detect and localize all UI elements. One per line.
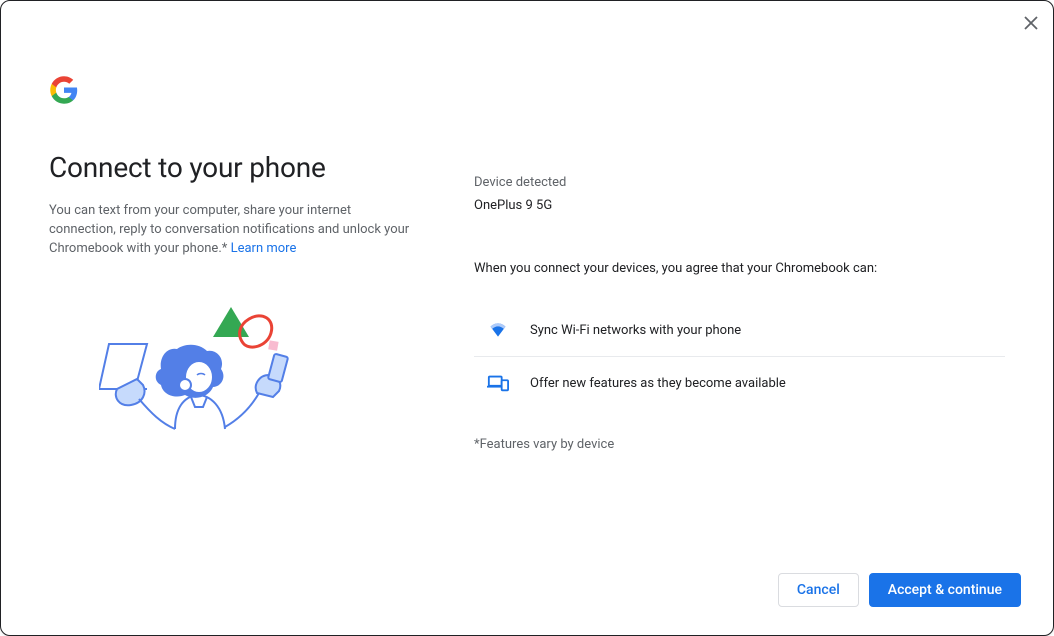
cancel-button[interactable]: Cancel [778, 573, 859, 607]
close-icon [1024, 16, 1038, 30]
feature-item-features: Offer new features as they become availa… [474, 357, 1005, 409]
device-name: OnePlus 9 5G [474, 198, 1005, 213]
wifi-icon [486, 318, 510, 342]
feature-text: Offer new features as they become availa… [530, 376, 786, 391]
button-row: Cancel Accept & continue [778, 573, 1021, 607]
footnote-text: *Features vary by device [474, 437, 1005, 452]
illustration-icon [99, 289, 339, 449]
feature-list: Sync Wi-Fi networks with your phone Offe… [474, 304, 1005, 409]
close-button[interactable] [1021, 13, 1041, 33]
google-logo-icon [49, 75, 79, 105]
learn-more-link[interactable]: Learn more [231, 241, 297, 256]
devices-icon [486, 371, 510, 395]
feature-item-wifi: Sync Wi-Fi networks with your phone [474, 304, 1005, 357]
agreement-text: When you connect your devices, you agree… [474, 261, 1005, 276]
accept-button[interactable]: Accept & continue [869, 573, 1021, 607]
description-text: You can text from your computer, share y… [49, 202, 414, 259]
feature-text: Sync Wi-Fi networks with your phone [530, 323, 741, 338]
page-title: Connect to your phone [49, 151, 414, 184]
description-body: You can text from your computer, share y… [49, 203, 409, 256]
phone-connect-dialog: Connect to your phone You can text from … [0, 0, 1054, 636]
device-detected-label: Device detected [474, 175, 1005, 190]
